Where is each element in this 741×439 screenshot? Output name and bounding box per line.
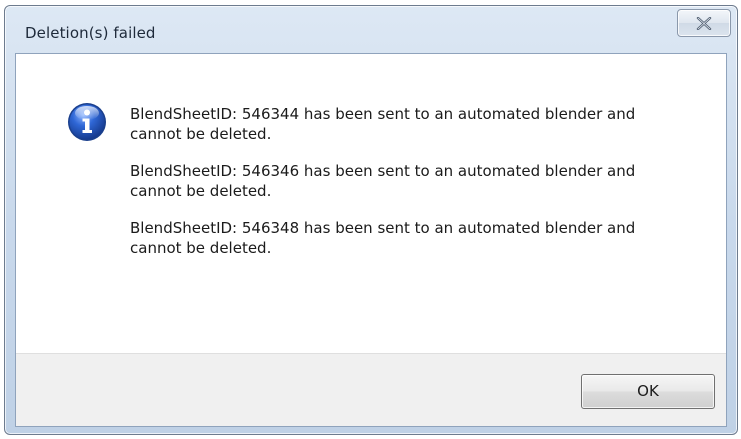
message-list: BlendSheetID: 546344 has been sent to an… (130, 104, 690, 275)
button-bar: OK (16, 353, 726, 426)
error-message: BlendSheetID: 546348 has been sent to an… (130, 219, 636, 257)
close-button[interactable] (677, 9, 731, 37)
title-bar[interactable]: Deletion(s) failed (5, 6, 737, 52)
message-area: BlendSheetID: 546344 has been sent to an… (16, 54, 726, 356)
window-title: Deletion(s) failed (25, 24, 156, 42)
info-icon (68, 103, 106, 141)
ok-button[interactable]: OK (581, 374, 715, 409)
dialog-body: BlendSheetID: 546344 has been sent to an… (15, 53, 727, 427)
dialog-window: Deletion(s) failed BlendSheetID: 546344 … (4, 5, 738, 435)
close-icon (696, 17, 712, 30)
error-message: BlendSheetID: 546346 has been sent to an… (130, 162, 636, 200)
error-message: BlendSheetID: 546344 has been sent to an… (130, 105, 636, 143)
